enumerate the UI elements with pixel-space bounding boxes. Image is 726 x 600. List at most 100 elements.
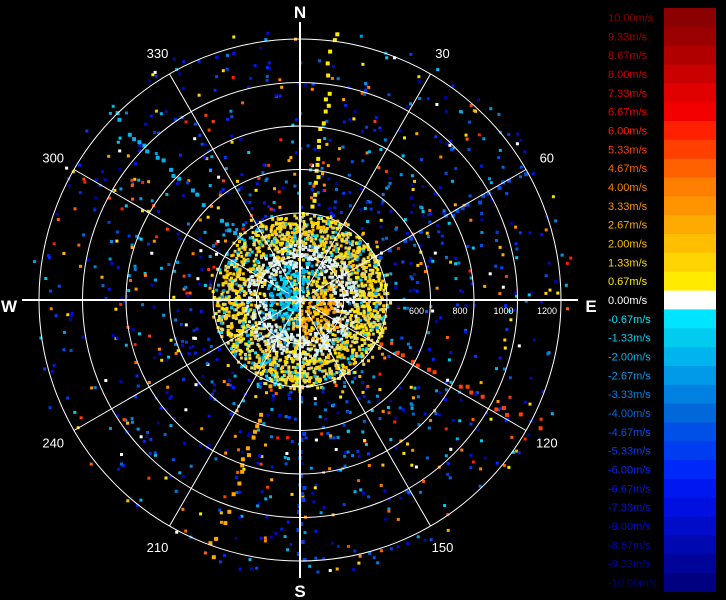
echo-cell xyxy=(234,536,238,540)
echo-cell xyxy=(267,284,271,288)
echo-cell xyxy=(317,138,322,143)
echo-cell xyxy=(272,268,276,272)
echo-cell xyxy=(345,290,349,293)
echo-cell xyxy=(279,347,283,351)
echo-cell xyxy=(310,230,314,234)
echo-cell xyxy=(201,375,205,379)
echo-cell xyxy=(282,345,286,349)
echo-cell xyxy=(231,492,236,497)
echo-cell xyxy=(334,285,338,289)
echo-cell xyxy=(118,136,122,140)
echo-cell xyxy=(116,266,120,269)
echo-cell xyxy=(281,241,284,245)
echo-cell xyxy=(378,372,382,376)
echo-cell xyxy=(565,261,569,265)
echo-cell xyxy=(332,258,336,262)
echo-cell xyxy=(333,310,337,314)
echo-cell xyxy=(308,376,312,380)
echo-cell xyxy=(332,302,336,306)
echo-cell xyxy=(311,357,314,361)
echo-cell xyxy=(362,292,366,296)
echo-cell xyxy=(287,159,291,163)
echo-cell xyxy=(280,351,284,355)
echo-cell xyxy=(234,308,238,312)
echo-cell xyxy=(359,312,363,316)
echo-cell xyxy=(120,453,123,456)
echo-cell xyxy=(353,254,357,258)
echo-cell xyxy=(401,154,405,158)
echo-cell xyxy=(363,439,367,442)
echo-cell xyxy=(352,117,356,121)
echo-cell xyxy=(347,265,351,269)
echo-cell xyxy=(222,380,226,383)
echo-cell xyxy=(100,275,104,279)
echo-cell xyxy=(428,347,431,351)
echo-cell xyxy=(327,360,331,364)
echo-cell xyxy=(326,234,330,238)
echo-cell xyxy=(223,302,227,306)
echo-cell xyxy=(250,330,254,334)
echo-cell xyxy=(279,274,283,278)
echo-cell xyxy=(429,257,433,261)
echo-cell xyxy=(374,294,378,298)
echo-cell xyxy=(540,233,544,237)
colorbar-label: -8.67m/s xyxy=(608,540,651,552)
compass-west-label: W xyxy=(1,297,18,316)
colorbar-band xyxy=(664,441,716,461)
echo-cell xyxy=(296,271,300,275)
echo-cell xyxy=(313,180,318,185)
echo-cell xyxy=(483,456,487,460)
echo-cell xyxy=(272,259,276,263)
echo-cell xyxy=(309,329,313,333)
echo-cell xyxy=(189,464,193,468)
colorbar-label: 0.67m/s xyxy=(608,276,648,288)
echo-cell xyxy=(317,217,321,221)
echo-cell xyxy=(246,333,249,337)
echo-cell xyxy=(257,176,261,180)
echo-cell xyxy=(209,283,212,287)
echo-cell xyxy=(357,561,361,565)
colorbar-label: -4.00m/s xyxy=(608,408,651,420)
echo-cell xyxy=(330,284,333,288)
echo-cell xyxy=(501,253,505,257)
echo-cell xyxy=(202,348,206,352)
echo-cell xyxy=(319,240,323,244)
echo-cell xyxy=(509,318,513,322)
echo-cell xyxy=(483,284,487,288)
echo-cell xyxy=(185,181,189,185)
echo-cell xyxy=(374,309,378,313)
echo-cell xyxy=(216,206,220,210)
echo-cell xyxy=(352,362,356,366)
echo-cell xyxy=(257,428,260,432)
echo-cell xyxy=(265,177,269,181)
echo-cell xyxy=(477,133,481,137)
echo-cell xyxy=(56,218,60,221)
echo-cell xyxy=(126,421,130,425)
echo-cell xyxy=(305,253,309,257)
echo-cell xyxy=(259,536,263,540)
echo-cell xyxy=(234,278,238,282)
echo-cell xyxy=(249,275,253,279)
echo-cell xyxy=(285,332,288,336)
echo-cell xyxy=(351,348,355,352)
echo-cell xyxy=(360,130,364,134)
echo-cell xyxy=(339,395,343,399)
echo-cell xyxy=(267,235,271,239)
echo-cell xyxy=(373,119,377,123)
echo-cell xyxy=(350,314,353,317)
echo-cell xyxy=(154,74,158,78)
radar-velocity-plot[interactable]: 600 800 1000 1200 3060120150210240300330 N … xyxy=(0,0,600,600)
echo-cell xyxy=(335,280,339,284)
colorbar-label: 6.00m/s xyxy=(608,125,648,137)
echo-cell xyxy=(310,248,314,252)
echo-cell xyxy=(253,429,257,434)
echo-cell xyxy=(66,313,70,317)
echo-cell xyxy=(289,350,292,354)
echo-cell xyxy=(328,287,332,291)
echo-cell xyxy=(301,371,305,375)
colorbar-band xyxy=(664,347,716,367)
echo-cell xyxy=(564,283,568,287)
echo-cell xyxy=(277,190,281,194)
echo-cell xyxy=(367,306,371,309)
echo-cell xyxy=(307,275,311,279)
